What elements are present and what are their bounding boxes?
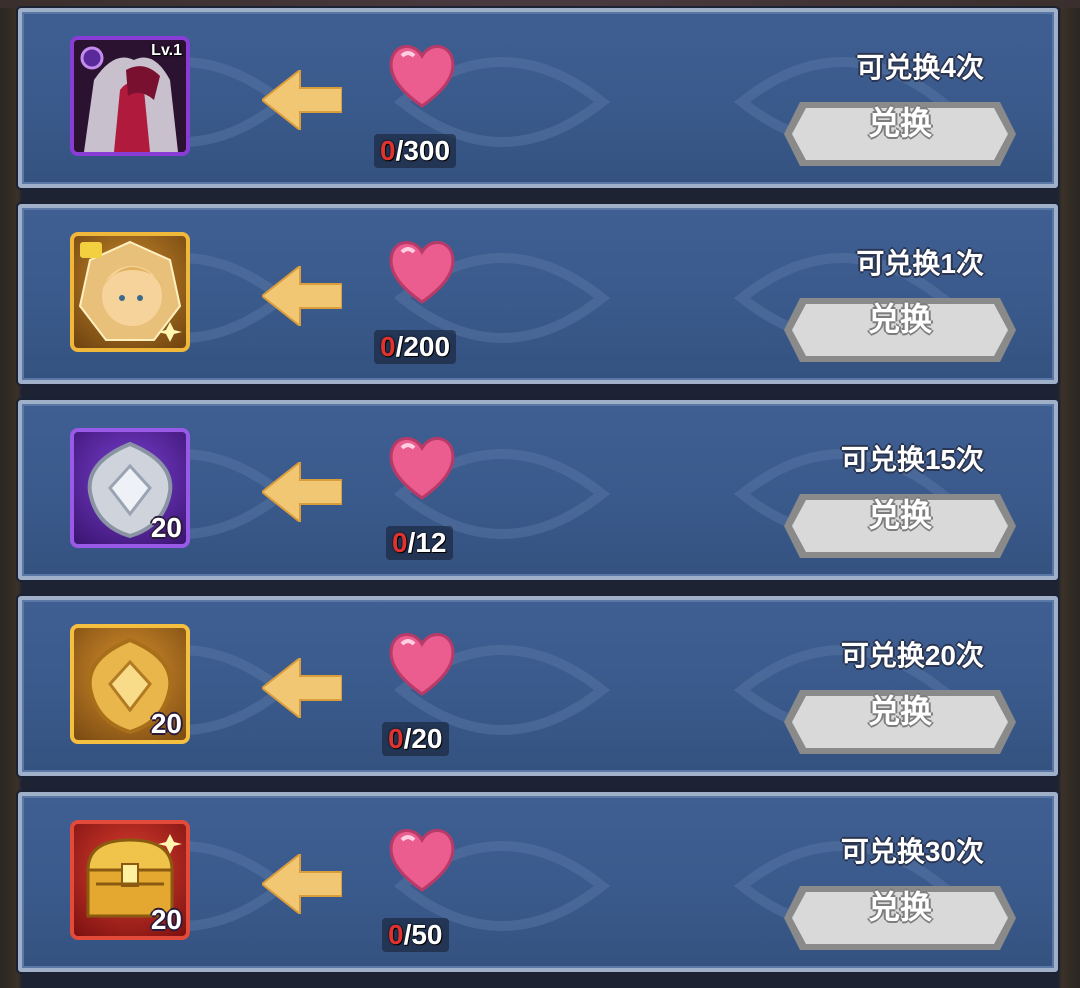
- item-slot[interactable]: 20: [70, 428, 190, 548]
- arrow-left-icon: [262, 266, 342, 326]
- arrow-left-icon: [262, 854, 342, 914]
- heart-icon: [389, 241, 455, 304]
- owned-count: 0: [380, 135, 396, 166]
- cost-counter: 0/50: [382, 918, 449, 952]
- exchange-button[interactable]: 兑换: [780, 686, 1020, 758]
- item-quantity: 20: [150, 708, 182, 739]
- item-slot[interactable]: Lv.1: [70, 36, 190, 156]
- item-quantity: 20: [150, 904, 182, 935]
- exchange-limit-label: 可兑换15次: [840, 444, 984, 475]
- exchange-shop-screen: Lv.1 0/300 可兑换4次 兑换 0/200 可兑换1次 兑换 20 0/…: [0, 0, 1080, 988]
- exchange-button[interactable]: 兑换: [780, 98, 1020, 170]
- heart-icon: [389, 633, 455, 696]
- required-count: /50: [403, 919, 443, 950]
- item-slot[interactable]: 20: [70, 624, 190, 744]
- exchange-row: 20 0/12 可兑换15次 兑换: [18, 400, 1058, 580]
- skin-portrait-icon: [78, 240, 182, 342]
- cost-counter: 0/200: [374, 330, 457, 364]
- exchange-button-label: 兑换: [867, 301, 932, 337]
- heart-icon: [389, 437, 455, 500]
- cost-counter: 0/20: [382, 722, 449, 756]
- top-edge: [0, 0, 1080, 8]
- item-slot[interactable]: [70, 232, 190, 352]
- exchange-button-label: 兑换: [867, 889, 932, 925]
- exchange-button[interactable]: 兑换: [780, 882, 1020, 954]
- exchange-button-label: 兑换: [867, 693, 932, 729]
- exchange-limit-label: 可兑换20次: [840, 640, 984, 671]
- exchange-limit-label: 可兑换30次: [840, 836, 984, 867]
- item-quantity: 20: [150, 512, 182, 543]
- exchange-button-label: 兑换: [867, 497, 932, 533]
- owned-count: 0: [380, 331, 396, 362]
- heart-icon: [389, 829, 455, 892]
- exchange-row: 20 0/20 可兑换20次 兑换: [18, 596, 1058, 776]
- required-count: /12: [407, 527, 447, 558]
- owned-count: 0: [388, 723, 404, 754]
- exchange-limit-label: 可兑换4次: [856, 52, 984, 83]
- owned-count: 0: [388, 919, 404, 950]
- required-count: /200: [395, 331, 451, 362]
- exchange-button[interactable]: 兑换: [780, 294, 1020, 366]
- exchange-row: 20 0/50 可兑换30次 兑换: [18, 792, 1058, 972]
- level-badge: Lv.1: [151, 42, 182, 59]
- item-slot[interactable]: 20: [70, 820, 190, 940]
- exchange-button-label: 兑换: [867, 105, 932, 141]
- exchange-row: Lv.1 0/300 可兑换4次 兑换: [18, 8, 1058, 188]
- exchange-button[interactable]: 兑换: [780, 490, 1020, 562]
- exchange-limit-label: 可兑换1次: [856, 248, 984, 279]
- arrow-left-icon: [262, 462, 342, 522]
- exchange-row: 0/200 可兑换1次 兑换: [18, 204, 1058, 384]
- arrow-left-icon: [262, 658, 342, 718]
- required-count: /20: [403, 723, 443, 754]
- arrow-left-icon: [262, 70, 342, 130]
- owned-count: 0: [392, 527, 408, 558]
- cost-counter: 0/300: [374, 134, 457, 168]
- heart-icon: [389, 45, 455, 108]
- required-count: /300: [395, 135, 451, 166]
- cost-counter: 0/12: [386, 526, 453, 560]
